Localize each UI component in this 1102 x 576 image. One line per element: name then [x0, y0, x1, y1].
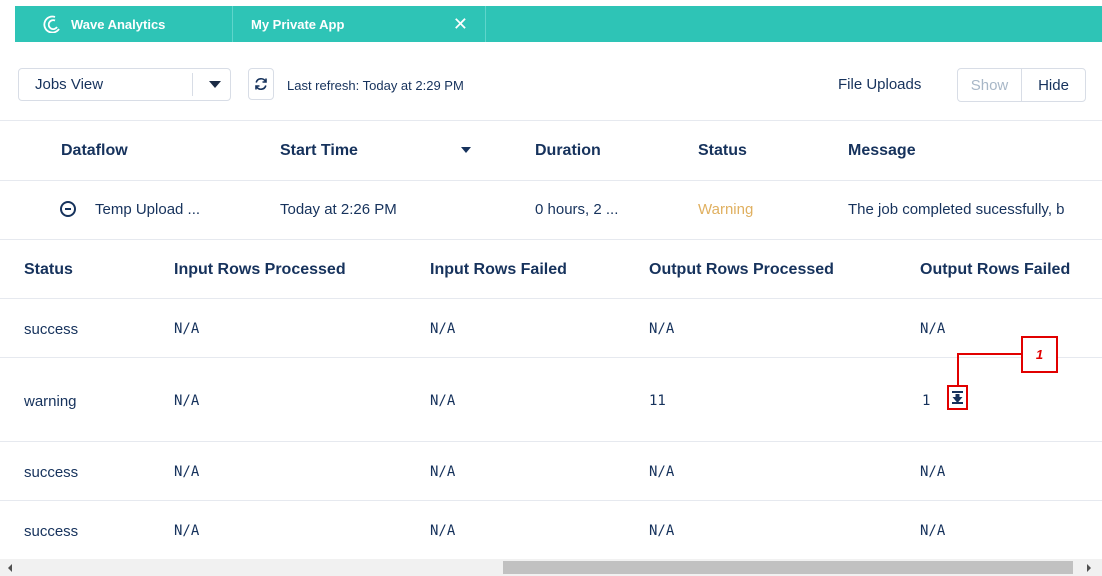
show-button[interactable]: Show [958, 69, 1022, 101]
row-output-failed: N/A [920, 523, 946, 539]
refresh-icon [255, 77, 267, 91]
row-input-processed: N/A [174, 523, 200, 539]
table-row: warning N/A N/A 11 1 [0, 358, 1102, 441]
row-status: success [24, 464, 79, 481]
row-input-processed: N/A [174, 321, 200, 337]
details-table-header: Status Input Rows Processed Input Rows F… [0, 240, 1102, 298]
download-icon [952, 391, 963, 404]
hide-button[interactable]: Hide [1022, 69, 1085, 101]
view-select-value: Jobs View [35, 76, 104, 93]
job-message: The job completed sucessfully, b [848, 201, 1065, 218]
job-row[interactable]: Temp Upload ... Today at 2:26 PM 0 hours… [0, 181, 1102, 239]
row-output-processed: N/A [649, 464, 675, 480]
row-status: success [24, 523, 79, 540]
tab-app-label: My Private App [251, 16, 345, 32]
row-status: warning [24, 393, 77, 410]
row-input-processed: N/A [174, 393, 200, 409]
column-header-status[interactable]: Status [698, 142, 747, 160]
row-input-failed: N/A [430, 464, 456, 480]
column-header-input-rows-processed: Input Rows Processed [174, 261, 346, 278]
column-header-message[interactable]: Message [848, 142, 916, 160]
file-uploads-toggle: Show Hide [957, 68, 1086, 102]
view-select[interactable]: Jobs View [18, 68, 231, 101]
column-header-start-time[interactable]: Start Time [280, 142, 358, 160]
tab-divider [485, 6, 486, 42]
annotation-leader-line [957, 353, 959, 386]
column-header-output-rows-failed: Output Rows Failed [920, 261, 1071, 278]
tab-my-private-app[interactable]: My Private App ✕ [233, 6, 485, 42]
row-output-failed: N/A [920, 321, 946, 337]
last-refresh-text: Last refresh: Today at 2:29 PM [287, 78, 464, 93]
row-output-processed: N/A [649, 523, 675, 539]
column-header-output-rows-processed: Output Rows Processed [649, 261, 834, 278]
app-tab-bar: Wave Analytics My Private App ✕ [0, 0, 1102, 48]
table-row: success N/A N/A N/A N/A [0, 501, 1102, 559]
scroll-left-icon[interactable] [8, 564, 12, 572]
sort-desc-icon[interactable] [461, 147, 471, 153]
collapse-icon[interactable] [60, 201, 76, 217]
column-header-status: Status [24, 261, 73, 278]
job-start-time: Today at 2:26 PM [280, 201, 397, 218]
select-divider [192, 73, 193, 96]
column-header-duration[interactable]: Duration [535, 142, 601, 160]
row-status: success [24, 321, 79, 338]
annotation-leader-line [957, 353, 1021, 355]
row-output-processed: 11 [649, 393, 666, 409]
job-status: Warning [698, 201, 754, 218]
jobs-table-header: Dataflow Start Time Duration Status Mess… [0, 120, 1102, 180]
column-header-dataflow[interactable]: Dataflow [61, 142, 128, 160]
table-row: success N/A N/A N/A N/A [0, 442, 1102, 500]
wave-logo-icon [43, 15, 60, 33]
row-input-failed: N/A [430, 523, 456, 539]
row-output-failed: N/A [920, 464, 946, 480]
row-input-processed: N/A [174, 464, 200, 480]
annotation-callout: 1 [1021, 336, 1058, 373]
row-input-failed: N/A [430, 393, 456, 409]
scroll-right-icon[interactable] [1087, 564, 1091, 572]
row-input-failed: N/A [430, 321, 456, 337]
tab-wave-analytics[interactable]: Wave Analytics [15, 6, 232, 42]
toolbar: Jobs View Last refresh: Today at 2:29 PM… [0, 48, 1102, 120]
refresh-button[interactable] [248, 68, 274, 100]
tab-home-label: Wave Analytics [71, 16, 166, 32]
download-button[interactable] [947, 385, 968, 410]
row-output-failed: 1 [922, 393, 931, 409]
close-icon[interactable]: ✕ [453, 15, 468, 33]
row-output-processed: N/A [649, 321, 675, 337]
scrollbar-thumb[interactable] [503, 561, 1073, 574]
horizontal-scrollbar[interactable] [0, 559, 1102, 576]
column-header-input-rows-failed: Input Rows Failed [430, 261, 567, 278]
job-duration: 0 hours, 2 ... [535, 201, 619, 218]
job-dataflow: Temp Upload ... [95, 201, 201, 218]
chevron-down-icon[interactable] [209, 81, 221, 88]
file-uploads-label: File Uploads [838, 76, 922, 93]
table-row: success N/A N/A N/A N/A [0, 299, 1102, 357]
tab-strip: Wave Analytics My Private App ✕ [15, 6, 1102, 42]
